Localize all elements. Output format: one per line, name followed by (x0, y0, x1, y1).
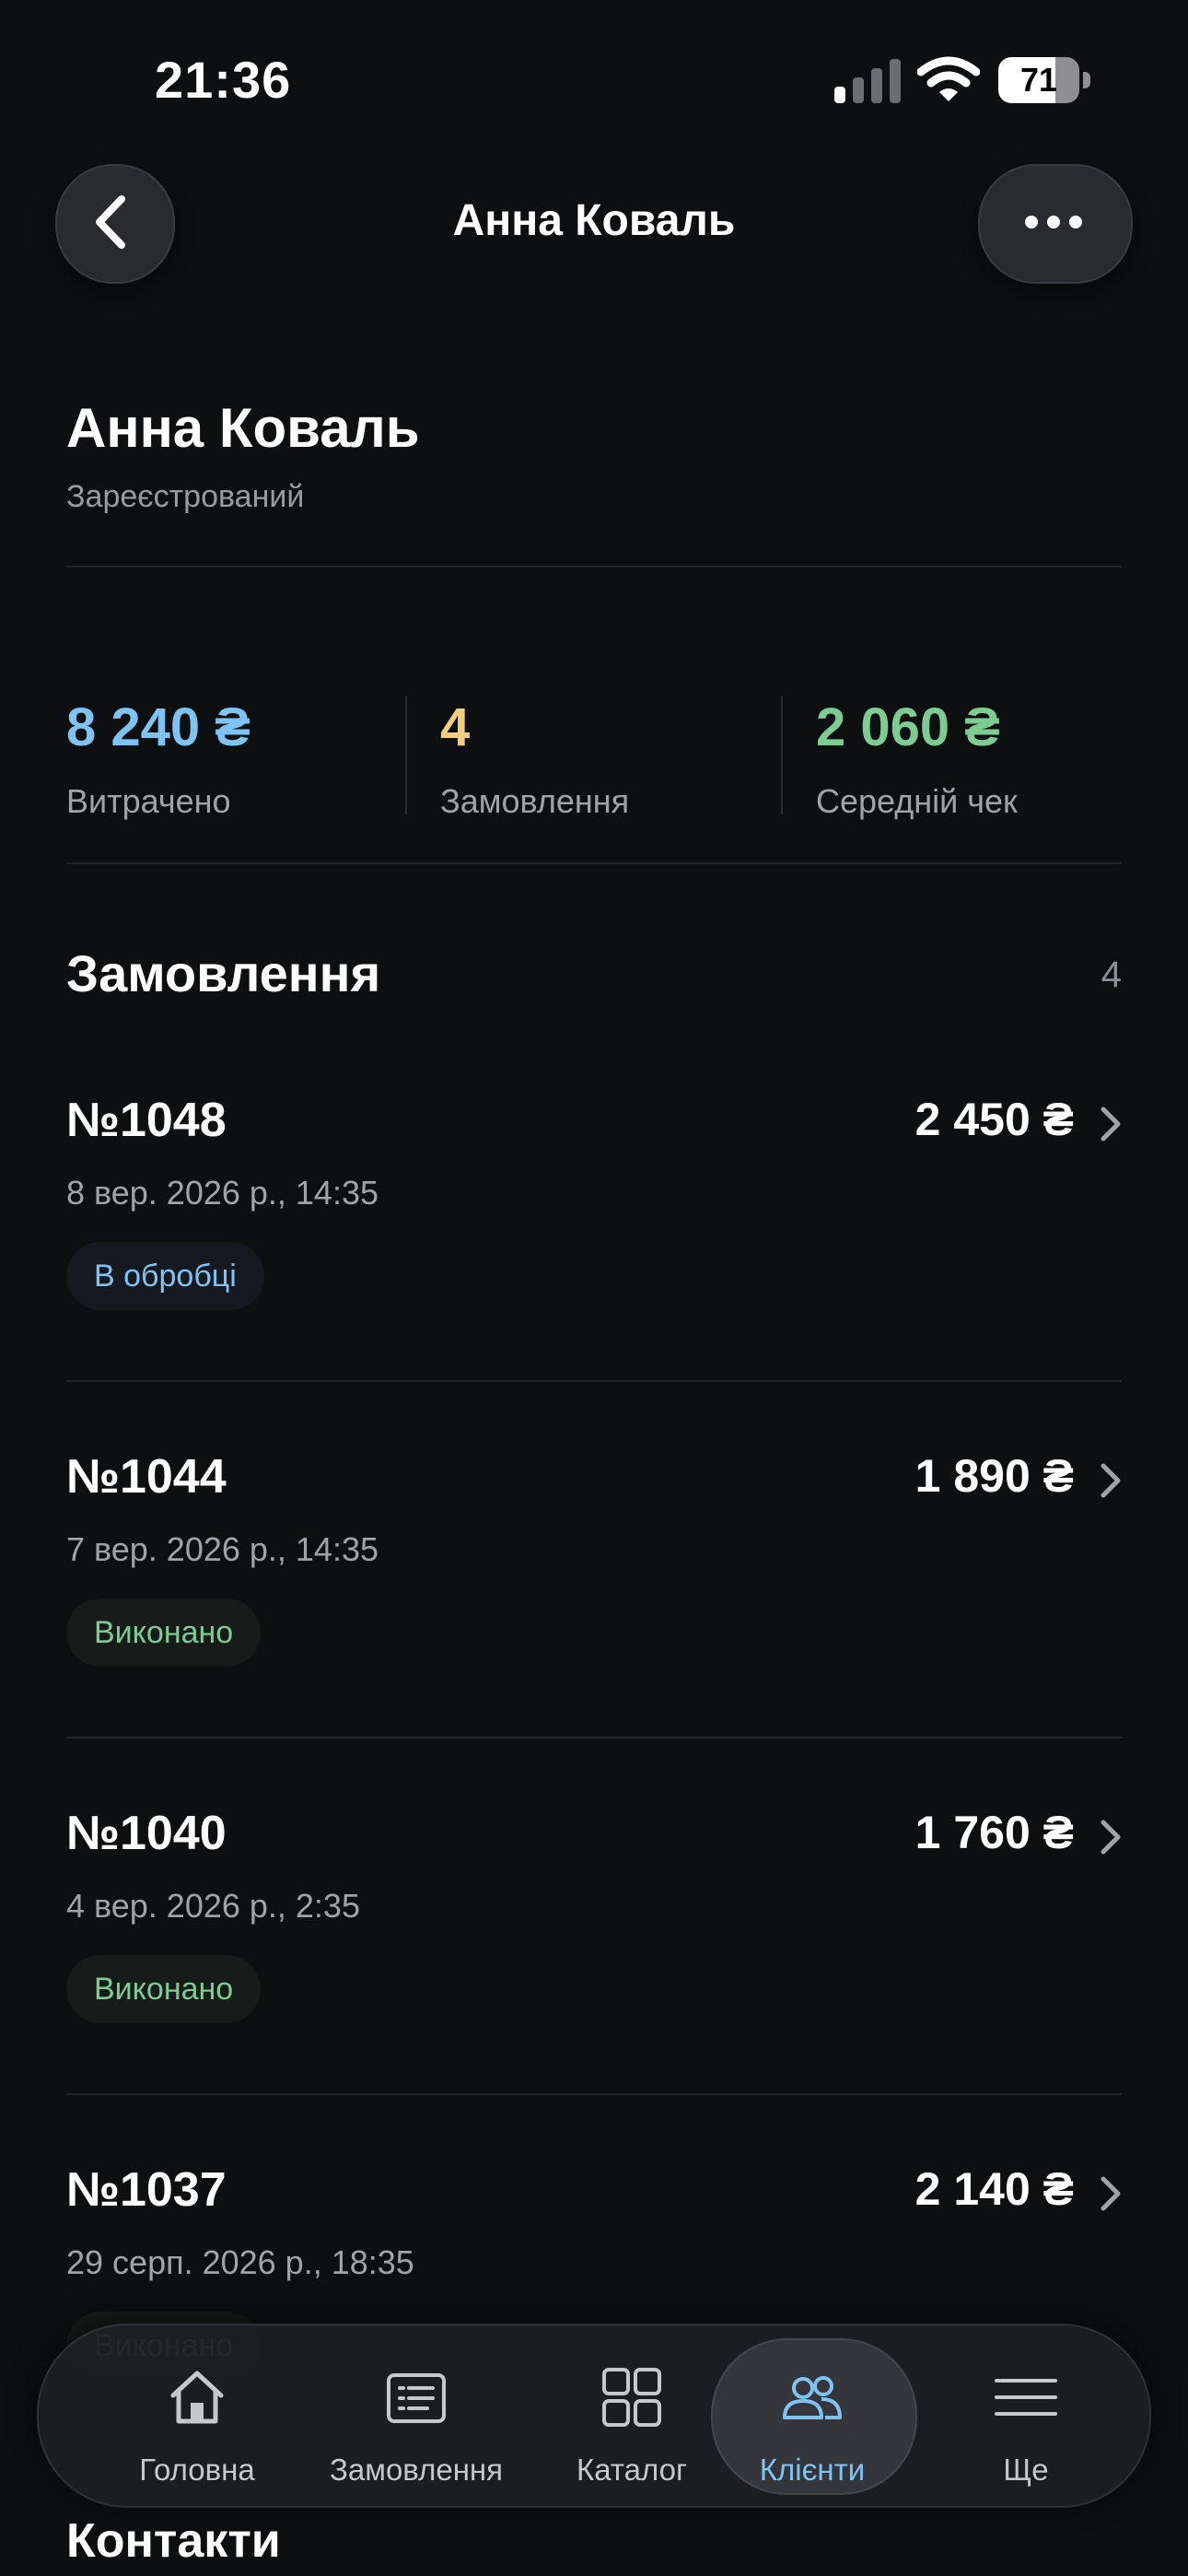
order-number: №1044 (66, 1450, 227, 1504)
customer-name: Анна Коваль (66, 397, 420, 459)
order-status-badge: Виконано (66, 1955, 262, 2023)
order-amount: 2 140 ₴ (914, 2163, 1074, 2215)
order-status-badge: В обробці (66, 1242, 264, 1310)
stat-orders-value: 4 (440, 697, 471, 757)
order-date: 4 вер. 2026 р., 2:35 (66, 1887, 360, 1925)
orders-count: 4 (1101, 954, 1122, 995)
stat-divider (405, 697, 407, 814)
battery-indicator: 71 (998, 57, 1090, 103)
divider (66, 862, 1122, 864)
order-number: №1048 (66, 1094, 227, 1147)
order-amount: 2 450 ₴ (914, 1094, 1074, 1145)
orders-section-title: Замовлення (66, 944, 381, 1002)
stat-spent-label: Витрачено (66, 782, 231, 820)
ellipsis-icon (1025, 216, 1082, 228)
tab-clients[interactable]: Клієнти (711, 2325, 917, 2506)
tab-more-label: Ще (1003, 2453, 1049, 2487)
tab-orders[interactable]: Замовлення (315, 2325, 518, 2506)
status-time: 21:36 (155, 51, 292, 109)
tab-home-label: Головна (139, 2453, 255, 2487)
divider (66, 566, 1122, 568)
stat-average-value: 2 060 ₴ (816, 697, 1000, 757)
chevron-right-icon (1101, 2176, 1121, 2211)
menu-icon (995, 2379, 1057, 2416)
order-date: 7 вер. 2026 р., 14:35 (66, 1530, 379, 1568)
order-date: 29 серп. 2026 р., 18:35 (66, 2243, 414, 2281)
order-number: №1040 (66, 1807, 227, 1860)
tab-clients-label: Клієнти (759, 2453, 866, 2487)
tab-catalog-label: Каталог (577, 2453, 687, 2487)
customer-status: Зареєстрований (66, 479, 305, 514)
tab-catalog[interactable]: Каталог (530, 2325, 733, 2506)
order-row[interactable]: №1048 2 450 ₴ 8 вер. 2026 р., 14:35 В об… (0, 1093, 1188, 1449)
order-status-badge: Виконано (66, 1598, 262, 1667)
stat-average-label: Середній чек (816, 782, 1018, 820)
battery-percent: 71 (1019, 61, 1058, 99)
orders-list-icon (387, 2373, 446, 2423)
divider (66, 1737, 1122, 1739)
order-amount: 1 760 ₴ (914, 1807, 1074, 1858)
contacts-section-title: Контакти (66, 2514, 281, 2568)
divider (66, 2093, 1122, 2095)
chevron-right-icon (1101, 1107, 1121, 1142)
stat-divider (781, 697, 783, 814)
order-amount: 1 890 ₴ (914, 1450, 1074, 1502)
tab-more[interactable]: Ще (925, 2325, 1127, 2506)
stat-average-check: 2 060 ₴ Середній чек (816, 697, 1018, 821)
stat-spent-value: 8 240 ₴ (66, 697, 250, 757)
tab-bar: Головна Замовлення Каталог Клієнти Ще (37, 2324, 1151, 2508)
order-row[interactable]: №1044 1 890 ₴ 7 вер. 2026 р., 14:35 Вико… (0, 1449, 1188, 1806)
wifi-icon (917, 56, 980, 101)
more-options-button[interactable] (978, 164, 1133, 284)
divider (66, 1380, 1122, 1382)
cellular-signal-icon (834, 59, 901, 103)
tab-home[interactable]: Головна (96, 2325, 298, 2506)
stat-orders-label: Замовлення (440, 782, 630, 820)
tab-orders-label: Замовлення (329, 2453, 504, 2487)
order-date: 8 вер. 2026 р., 14:35 (66, 1174, 379, 1212)
catalog-grid-icon (602, 2368, 661, 2427)
stat-spent: 8 240 ₴ Витрачено (66, 697, 250, 821)
chevron-right-icon (1101, 1463, 1121, 1498)
stat-orders: 4 Замовлення (440, 697, 629, 821)
order-number: №1037 (66, 2163, 227, 2217)
home-icon (170, 2371, 224, 2424)
clients-icon (783, 2376, 842, 2419)
order-row[interactable]: №1040 1 760 ₴ 4 вер. 2026 р., 2:35 Викон… (0, 1806, 1188, 2162)
chevron-right-icon (1101, 1820, 1121, 1855)
